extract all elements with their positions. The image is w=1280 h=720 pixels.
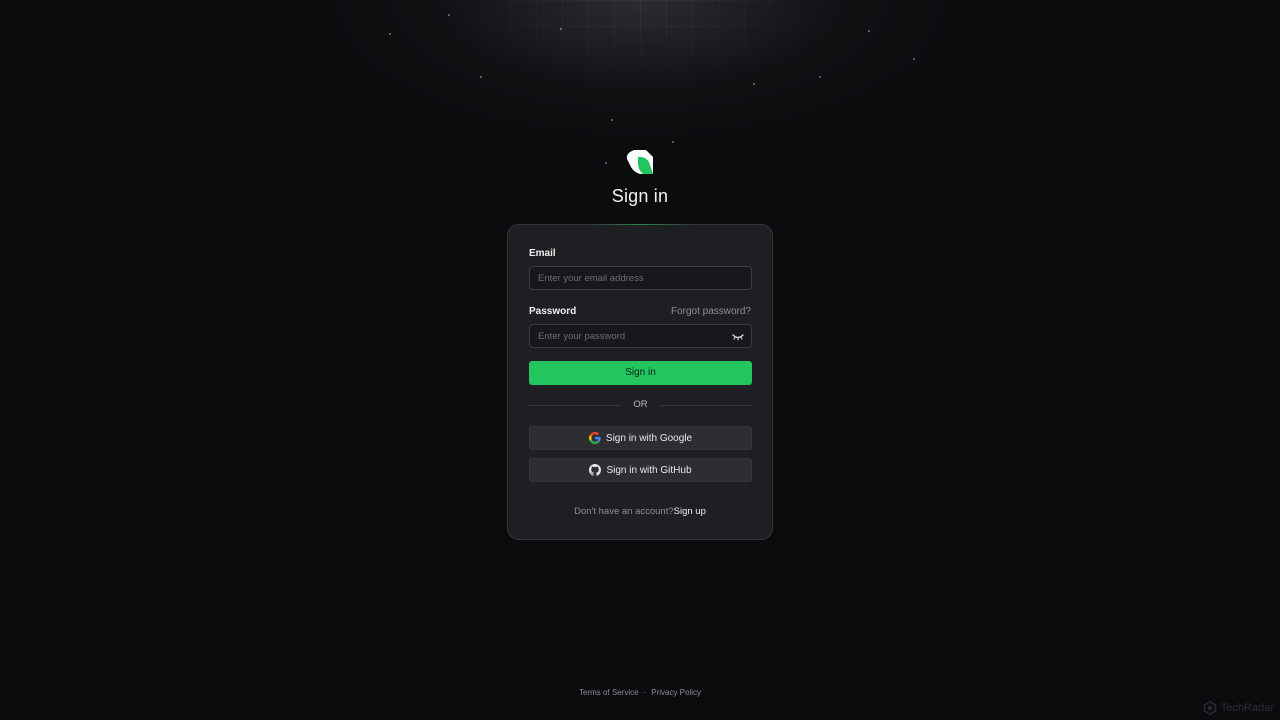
background-star <box>868 30 870 32</box>
background-star <box>605 162 607 164</box>
background-star <box>753 83 755 85</box>
background-star <box>480 76 482 78</box>
divider-line <box>660 405 752 406</box>
signup-prompt: Don't have an account?Sign up <box>508 506 772 517</box>
privacy-policy-link[interactable]: Privacy Policy <box>651 688 701 697</box>
sign-in-card: Email Password Forgot password? Sign in … <box>507 224 773 540</box>
background-star <box>913 58 915 60</box>
footer-separator: · <box>643 688 647 697</box>
app-logo-icon <box>626 150 653 174</box>
background-star <box>819 76 821 78</box>
sign-in-button[interactable]: Sign in <box>529 361 752 385</box>
google-icon <box>588 432 601 444</box>
watermark: TechRadar <box>1203 701 1274 715</box>
terms-of-service-link[interactable]: Terms of Service <box>579 688 639 697</box>
watermark-text: TechRadar <box>1220 702 1274 714</box>
card-top-glow <box>588 224 694 225</box>
password-label: Password <box>529 306 577 317</box>
background-star <box>389 33 391 35</box>
background-star <box>448 14 450 16</box>
forgot-password-link[interactable]: Forgot password? <box>671 306 751 317</box>
background-star <box>560 28 562 30</box>
background-star <box>611 119 613 121</box>
page-title: Sign in <box>611 186 669 206</box>
google-sign-in-button[interactable]: Sign in with Google <box>529 426 752 450</box>
background-grid <box>380 0 900 110</box>
no-account-text: Don't have an account? <box>574 506 674 517</box>
or-divider: OR <box>529 398 752 412</box>
sign-up-link[interactable]: Sign up <box>674 506 706 517</box>
watermark-logo-icon <box>1203 701 1216 715</box>
github-sign-in-button[interactable]: Sign in with GitHub <box>529 458 752 482</box>
email-label: Email <box>529 248 556 259</box>
password-input[interactable] <box>529 324 752 348</box>
eye-closed-icon[interactable] <box>732 332 744 342</box>
google-button-label: Sign in with Google <box>605 432 693 444</box>
email-input[interactable] <box>529 266 752 290</box>
background-star <box>672 141 674 143</box>
sign-in-page: Sign in Email Password Forgot password? … <box>0 0 1280 720</box>
github-icon <box>589 464 602 476</box>
github-button-label: Sign in with GitHub <box>606 464 692 476</box>
legal-links: Terms of Service · Privacy Policy <box>0 688 1280 697</box>
